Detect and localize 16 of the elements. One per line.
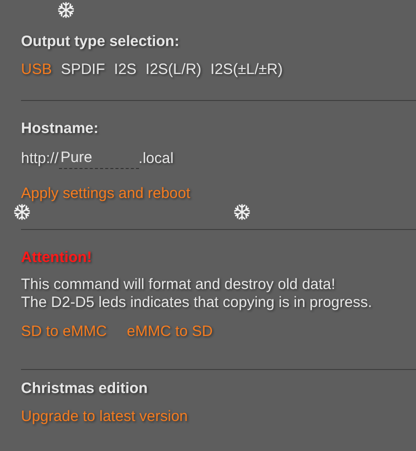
url-suffix: .local bbox=[138, 149, 174, 169]
output-option[interactable]: I2S(±L/±R) bbox=[210, 60, 283, 80]
hostname-field[interactable]: Pure bbox=[58, 147, 139, 169]
snowflake-icon bbox=[233, 203, 251, 221]
output-option[interactable]: SPDIF bbox=[60, 60, 106, 80]
url-prefix: http:// bbox=[21, 149, 59, 169]
section-heading: Output type selection: bbox=[21, 32, 180, 52]
snowflake-icon bbox=[57, 1, 75, 19]
section-heading: Christmas edition bbox=[21, 379, 149, 399]
warning-text: The D2-D5 leds indicates that copying is in progress. bbox=[21, 294, 374, 312]
warning-text: This command will format and destroy old data! bbox=[21, 276, 336, 294]
output-option[interactable]: I2S(L/R) bbox=[146, 60, 202, 80]
section-heading: Hostname: bbox=[21, 119, 100, 139]
output-option[interactable]: I2S bbox=[114, 60, 137, 80]
warning-heading: Attention! bbox=[21, 248, 93, 268]
snowflake-icon bbox=[13, 203, 31, 221]
